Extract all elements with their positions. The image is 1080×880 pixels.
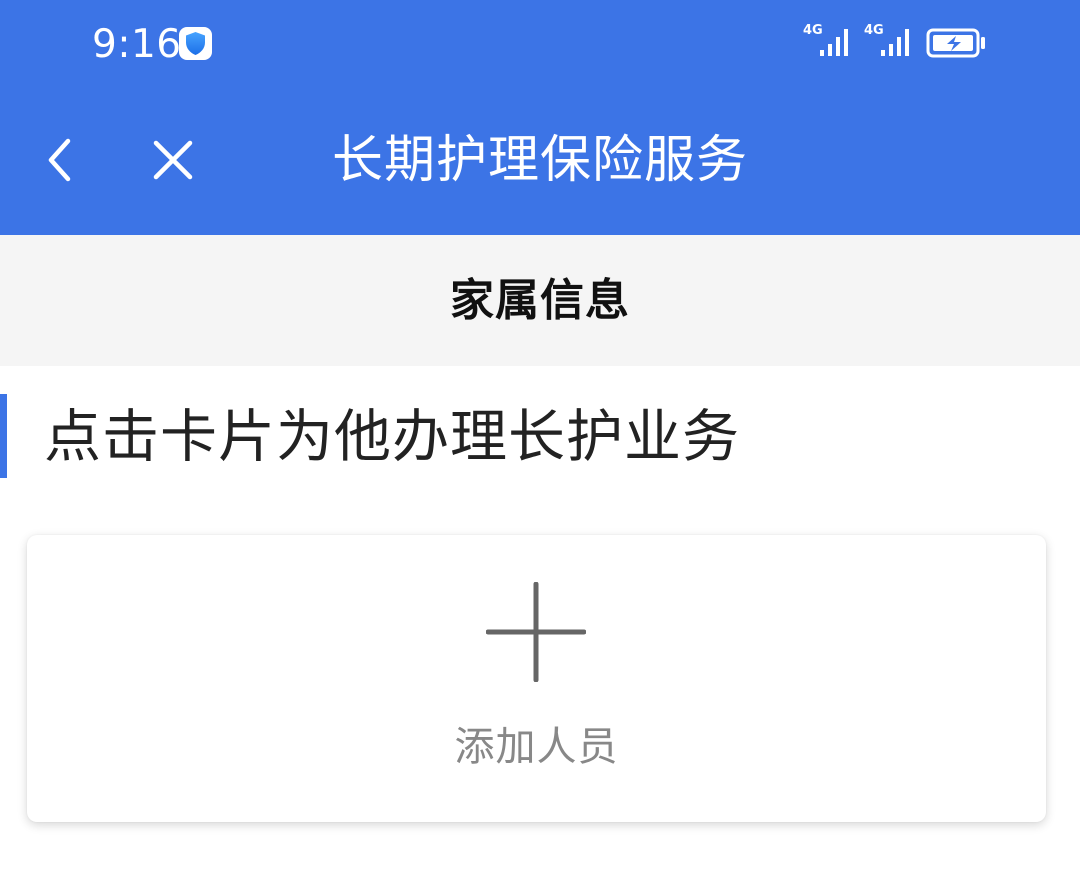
page-title: 长期护理保险服务 <box>331 131 748 190</box>
accent-bar <box>0 394 7 478</box>
signal-4g-2: 4G <box>864 24 924 60</box>
app-header: 9:16 4G 4G 长期护理保险服务 <box>0 0 1080 235</box>
signal-bars-icon <box>881 29 909 56</box>
add-member-card[interactable]: 添加人员 <box>27 535 1046 822</box>
add-member-label: 添加人员 <box>454 724 619 770</box>
signal-4g-1: 4G <box>803 24 863 60</box>
signal-bars-icon <box>820 29 848 56</box>
plus-icon <box>486 582 586 682</box>
battery-charging-icon <box>926 28 985 58</box>
instruction-text: 点击卡片为他办理长护业务 <box>44 404 740 470</box>
screen: 9:16 4G 4G 长期护理保险服务 家属信息 点击卡片为他办理长护业务 添加… <box>0 0 1080 880</box>
status-time: 9:16 <box>92 22 182 67</box>
section-title: 家属信息 <box>450 275 630 326</box>
section-header: 家属信息 <box>0 235 1080 366</box>
shield-icon <box>179 27 212 60</box>
